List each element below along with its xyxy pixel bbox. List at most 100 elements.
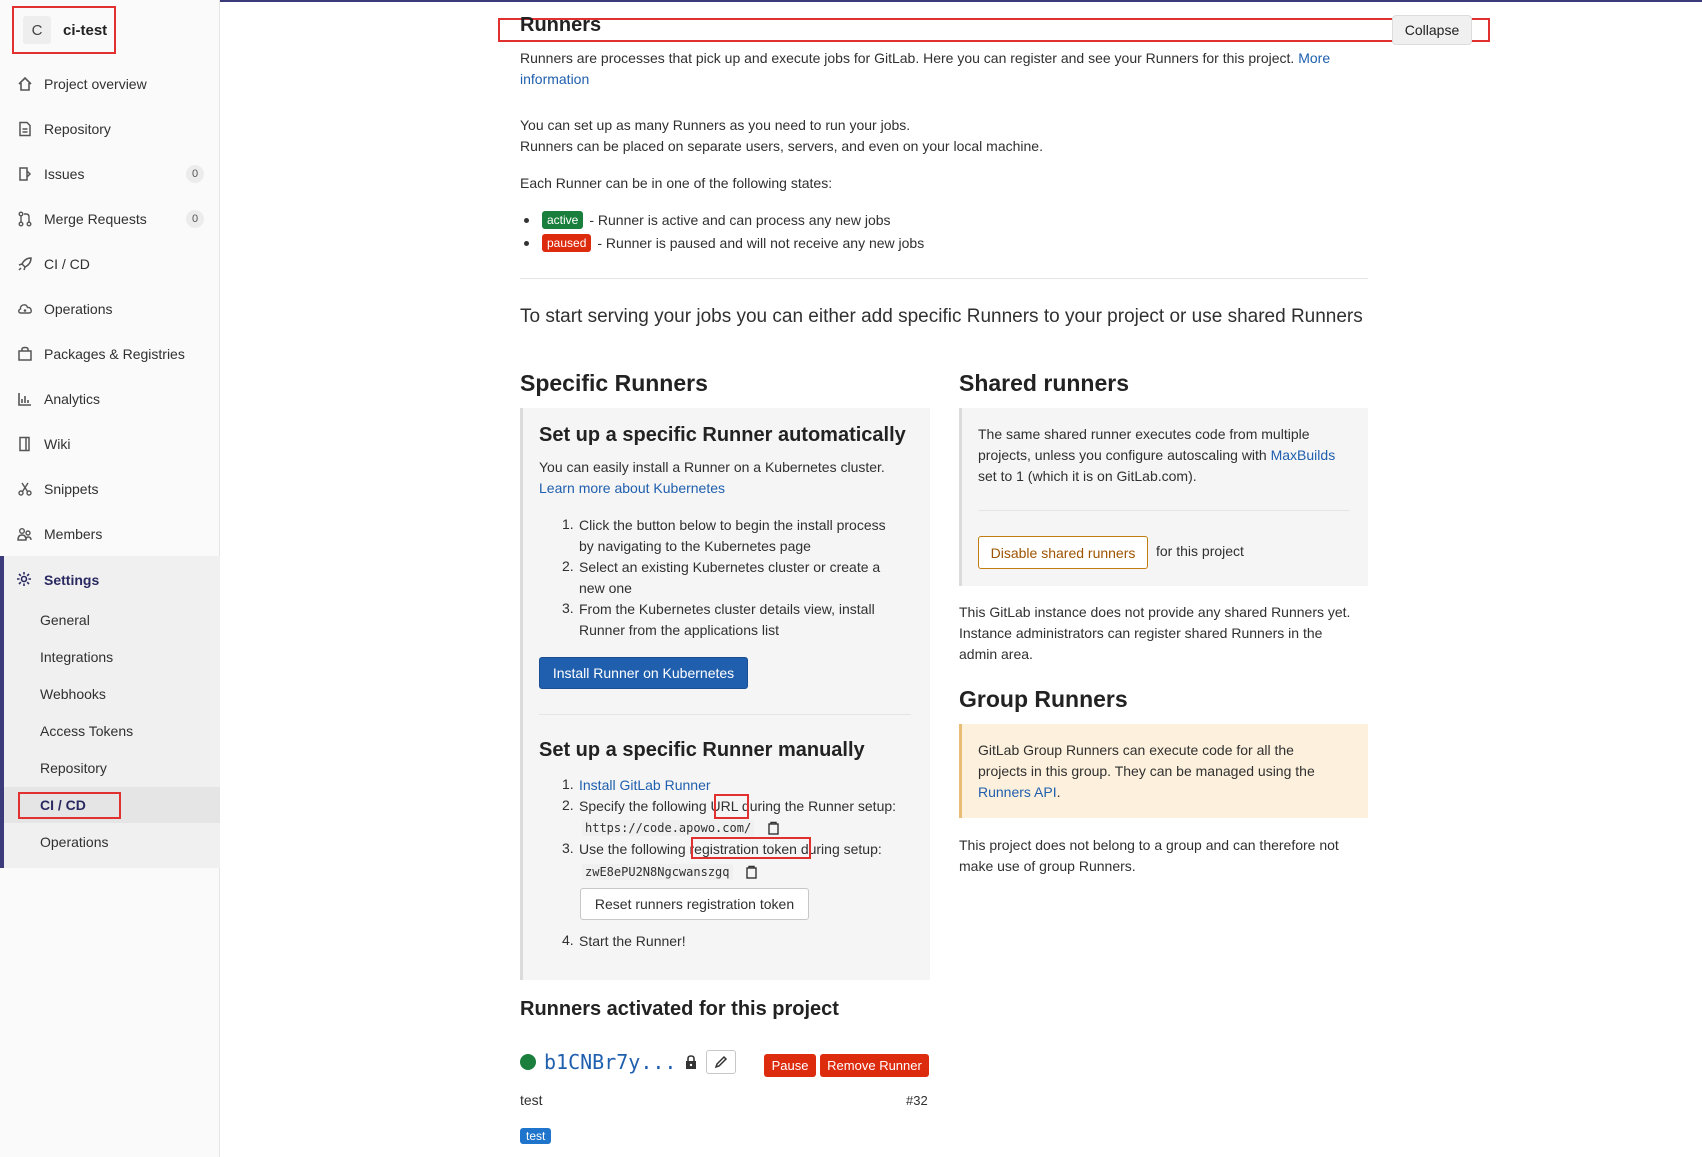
sidebar-item-packages-registries[interactable]: Packages & Registries: [0, 334, 220, 374]
shared-desc-2: projects, unless you configure autoscali…: [978, 447, 1336, 463]
settings-sub-general[interactable]: General: [40, 606, 90, 634]
runners-title: Runners: [520, 14, 602, 36]
sidebar-item-operations[interactable]: Operations: [0, 289, 220, 329]
step-number: 3.: [562, 840, 574, 856]
highlight-url: [714, 794, 749, 819]
learn-kubernetes-link[interactable]: Learn more about Kubernetes: [539, 478, 725, 499]
for-this-project-label: for this project: [1156, 543, 1244, 559]
project-avatar: C: [23, 16, 51, 44]
registration-token: zwE8ePU2N8Ngcwanszgq: [582, 864, 733, 880]
runners-api-link[interactable]: Runners API: [978, 784, 1057, 800]
copy-icon[interactable]: [744, 865, 758, 879]
sidebar-item-members[interactable]: Members: [0, 514, 220, 554]
project-header[interactable]: C ci-test: [12, 6, 116, 54]
sidebar-item-label: Merge Requests: [44, 211, 147, 227]
step-number: 1.: [562, 516, 574, 532]
runner-row: b1CNBr7y...: [520, 1050, 737, 1074]
pause-runner-button[interactable]: Pause: [764, 1054, 816, 1077]
users-icon: [16, 525, 34, 543]
sidebar-item-label: Members: [44, 526, 103, 542]
top-border: [0, 0, 1702, 2]
specific-runners-title: Specific Runners: [520, 370, 708, 396]
runner-tag: test: [520, 1128, 552, 1144]
shared-runners-title: Shared runners: [959, 370, 1129, 396]
auto-setup-desc: You can easily install a Runner on a Kub…: [539, 459, 885, 475]
step-number: 2.: [562, 797, 574, 813]
sidebar-item-project-overview[interactable]: Project overview: [0, 64, 220, 104]
sidebar-item-snippets[interactable]: Snippets: [0, 469, 220, 509]
document-icon: [16, 120, 34, 138]
runner-id-link[interactable]: b1CNBr7y...: [544, 1050, 676, 1074]
settings-sub-repository[interactable]: Repository: [40, 754, 107, 782]
sidebar-item-repository[interactable]: Repository: [0, 109, 220, 149]
sidebar-item-issues[interactable]: Issues 0: [0, 154, 220, 194]
highlight-ci-cd: [18, 792, 121, 819]
step-1-line-a: Click the button below to begin the inst…: [579, 517, 886, 533]
highlight-runners-header: [498, 18, 1490, 42]
highlight-registration-token: [691, 837, 811, 859]
install-runner-kubernetes-button[interactable]: Install Runner on Kubernetes: [539, 657, 748, 689]
state-active-item: active - Runner is active and can proces…: [524, 211, 891, 229]
sidebar-item-label: Repository: [44, 121, 111, 137]
copy-icon[interactable]: [766, 821, 780, 835]
runners-line1: You can set up as many Runners as you ne…: [520, 117, 911, 133]
sidebar-item-merge-requests[interactable]: Merge Requests 0: [0, 199, 220, 239]
collapse-button[interactable]: Collapse: [1392, 15, 1472, 45]
shared-note-3: admin area.: [959, 646, 1033, 662]
merge-requests-count-badge: 0: [186, 210, 204, 228]
runner-status-dot: [520, 1054, 536, 1070]
settings-sub-access-tokens[interactable]: Access Tokens: [40, 717, 133, 745]
status-badge-paused: paused: [542, 234, 592, 252]
panel-divider: [539, 714, 911, 715]
step-1-line-b: by navigating to the Kubernetes page: [579, 538, 811, 554]
cloud-gear-icon: [16, 300, 34, 318]
sidebar-item-ci-cd[interactable]: CI / CD: [0, 244, 220, 284]
sidebar-item-wiki[interactable]: Wiki: [0, 424, 220, 464]
shared-desc-3: set to 1 (which it is on GitLab.com).: [978, 468, 1197, 484]
state-paused-item: paused - Runner is paused and will not r…: [523, 234, 924, 252]
edit-runner-button[interactable]: [706, 1050, 737, 1074]
install-gitlab-runner-link[interactable]: Install GitLab Runner: [579, 775, 711, 796]
runners-line2: Runners can be placed on separate users,…: [520, 138, 1043, 154]
step-number: 2.: [562, 558, 574, 574]
remove-runner-button[interactable]: Remove Runner: [820, 1054, 929, 1077]
runners-lead: To start serving your jobs you can eithe…: [520, 306, 1363, 327]
sidebar-item-settings[interactable]: Settings: [0, 560, 220, 600]
step-3-line-a: From the Kubernetes cluster details view…: [579, 601, 875, 617]
settings-sub-webhooks[interactable]: Webhooks: [40, 680, 106, 708]
group-note-1: This project does not belong to a group …: [959, 837, 1339, 853]
issues-icon: [16, 165, 34, 183]
sidebar-item-label: Issues: [44, 166, 85, 182]
auto-setup-title: Set up a specific Runner automatically: [539, 424, 906, 446]
home-icon: [16, 75, 34, 93]
chart-icon: [16, 390, 34, 408]
runner-description: test: [520, 1092, 543, 1108]
issues-count-badge: 0: [186, 165, 204, 183]
manual-step-4: Start the Runner!: [579, 933, 686, 949]
disable-shared-runners-button[interactable]: Disable shared runners: [978, 536, 1148, 569]
rocket-icon: [16, 255, 34, 273]
merge-request-icon: [16, 210, 34, 228]
settings-sub-integrations[interactable]: Integrations: [40, 643, 113, 671]
reset-registration-token-button[interactable]: Reset runners registration token: [580, 888, 809, 920]
maxbuilds-link[interactable]: MaxBuilds: [1271, 447, 1336, 463]
package-icon: [16, 345, 34, 363]
sidebar-item-label: Project overview: [44, 76, 147, 92]
step-number: 3.: [562, 600, 574, 616]
manual-setup-title: Set up a specific Runner manually: [539, 739, 865, 761]
pencil-icon: [715, 1055, 728, 1069]
sidebar-item-label: CI / CD: [44, 256, 90, 272]
sidebar-item-label: Settings: [44, 572, 100, 588]
panel-divider: [978, 510, 1350, 511]
group-runners-title: Group Runners: [959, 686, 1128, 712]
sidebar-item-label: Packages & Registries: [44, 346, 185, 362]
shared-desc-1: The same shared runner executes code fro…: [978, 426, 1310, 442]
settings-sub-operations[interactable]: Operations: [40, 828, 108, 856]
sidebar: C ci-test Project overview Repository Is…: [0, 0, 220, 1157]
sidebar-item-label: Analytics: [44, 391, 101, 407]
sidebar-item-label: Operations: [44, 301, 113, 317]
sidebar-item-label: Snippets: [44, 481, 99, 497]
sidebar-item-analytics[interactable]: Analytics: [0, 379, 220, 419]
lock-icon: [684, 1054, 698, 1070]
step-3-line-b: Runner from the applications list: [579, 622, 779, 638]
